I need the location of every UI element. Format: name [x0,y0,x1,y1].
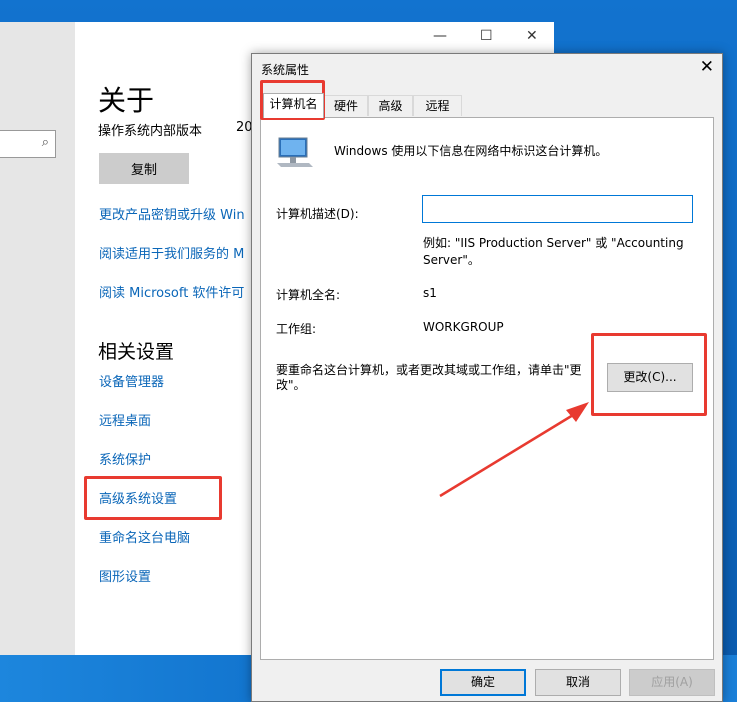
tab-computer-name[interactable]: 计算机名 [263,93,324,118]
annotation-arrow [439,402,589,498]
